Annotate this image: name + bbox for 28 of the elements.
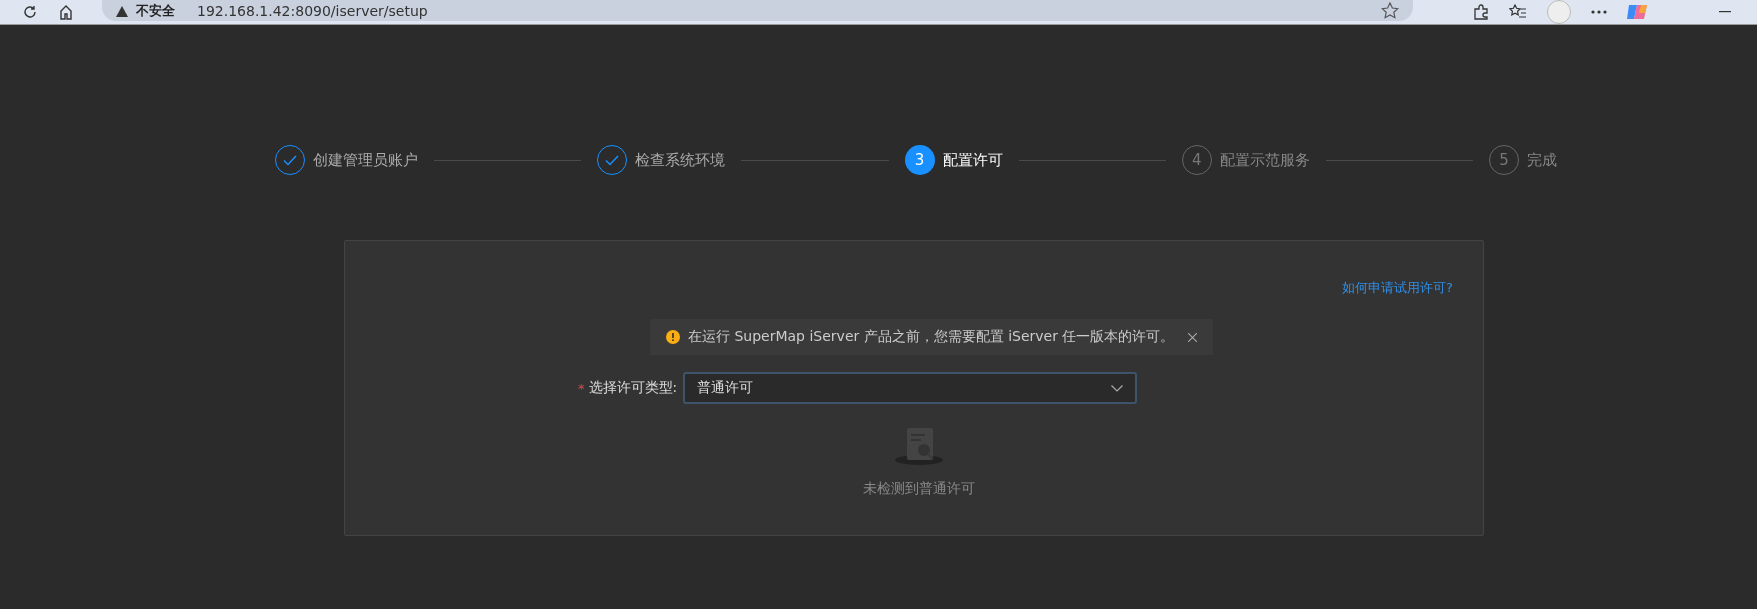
warning-icon [116,5,128,17]
empty-document-icon [895,428,943,466]
home-icon[interactable] [58,4,74,20]
copilot-logo-icon[interactable] [1627,5,1649,19]
step-title: 配置示范服务 [1219,150,1310,170]
url-text: 192.168.1.42:8090/iserver/setup [197,3,429,19]
address-bar[interactable]: 不安全 192.168.1.42:8090/iserver/setup [102,0,1413,21]
empty-message: 未检测到普通许可 [863,480,975,498]
reload-icon[interactable] [22,4,38,20]
step-title: 检查系统环境 [635,150,726,170]
help-link[interactable]: 如何申请试用许可? [1342,279,1453,297]
step-title: 配置许可 [942,150,1003,170]
favorites-icon[interactable] [1509,4,1527,20]
close-icon[interactable] [1188,332,1198,342]
more-icon[interactable] [1591,10,1607,14]
license-type-select[interactable]: 普通许可 [683,372,1138,404]
star-icon[interactable] [1381,2,1399,20]
alert-message: 在运行 SuperMap iServer 产品之前，您需要配置 iServer 任一版本的许可。 [688,328,1175,346]
license-type-label: 选择许可类型: [588,379,678,397]
security-label: 不安全 [136,2,175,20]
warning-icon [666,330,680,344]
required-mark: * [578,380,585,396]
step-number: 3 [904,145,935,175]
minimize-icon[interactable] [1719,11,1731,13]
step-title: 创建管理员账户 [313,150,418,170]
caret-icon [1111,384,1124,392]
puzzle-icon[interactable] [1473,4,1489,20]
step-title: 完成 [1527,150,1557,170]
